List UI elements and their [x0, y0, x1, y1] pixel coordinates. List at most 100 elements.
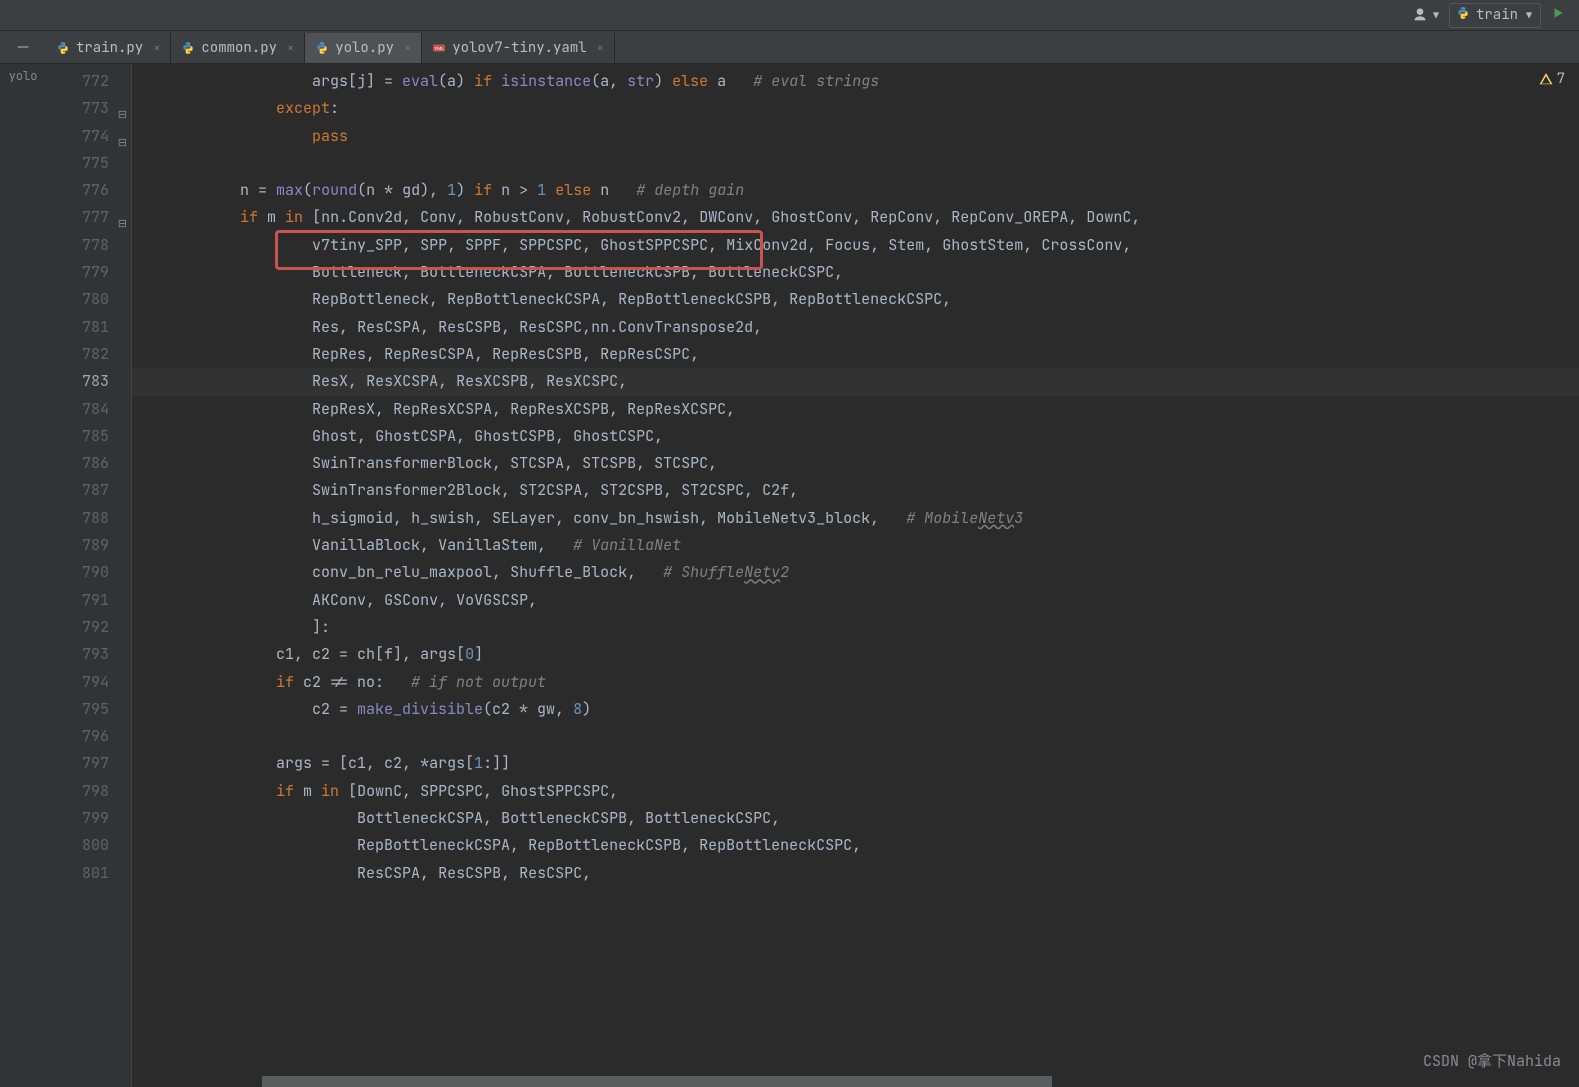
line-number[interactable]: 782 — [46, 341, 131, 368]
code-line[interactable]: AKConv, GSConv, VoVGSCSP, — [132, 587, 1579, 614]
tab-label: common.py — [201, 39, 277, 57]
line-number[interactable]: 776 — [46, 177, 131, 204]
line-number[interactable]: 784 — [46, 396, 131, 423]
line-number[interactable]: 789 — [46, 532, 131, 559]
py-file-icon — [315, 41, 329, 55]
code-line[interactable]: Res, ResCSPA, ResCSPB, ResCSPC,nn.ConvTr… — [132, 314, 1579, 341]
line-number[interactable]: 798 — [46, 778, 131, 805]
yml-file-icon: YML — [432, 41, 446, 55]
code-line[interactable]: Ghost, GhostCSPA, GhostCSPB, GhostCSPC, — [132, 423, 1579, 450]
code-line[interactable]: RepBottleneck, RepBottleneckCSPA, RepBot… — [132, 286, 1579, 313]
code-line[interactable]: ]: — [132, 614, 1579, 641]
line-number[interactable]: 801 — [46, 860, 131, 887]
py-file-icon — [181, 41, 195, 55]
chevron-down-icon: ▼ — [1526, 9, 1532, 22]
line-number[interactable]: 779 — [46, 259, 131, 286]
line-number[interactable]: 786 — [46, 450, 131, 477]
run-config-label: train — [1476, 6, 1518, 24]
problems-widget[interactable]: 7 — [1539, 70, 1565, 88]
h-scrollbar[interactable] — [262, 1076, 1579, 1087]
code-line[interactable]: args = [c1, c2, *args[1:]] — [132, 750, 1579, 777]
code-line[interactable]: if m in [DownC, SPPCSPC, GhostSPPCSPC, — [132, 778, 1579, 805]
python-icon — [1456, 6, 1470, 25]
tab-yolo-py[interactable]: yolo.py × — [305, 33, 422, 63]
line-number[interactable]: 795 — [46, 696, 131, 723]
line-number[interactable]: 780 — [46, 286, 131, 313]
code-line[interactable]: RepResX, RepResXCSPA, RepResXCSPB, RepRe… — [132, 396, 1579, 423]
toolbar: ▼ train ▼ — [0, 0, 1579, 31]
editor: yolo 772773⊟774⊟775776777⊟77877978078178… — [0, 64, 1579, 1087]
left-tool-strip: yolo — [0, 64, 46, 1087]
line-number[interactable]: 790 — [46, 559, 131, 586]
code-line[interactable]: Bottleneck, BottleneckCSPA, BottleneckCS… — [132, 259, 1579, 286]
code-line[interactable]: n = max(round(n * gd), 1) if n > 1 else … — [132, 177, 1579, 204]
code-line[interactable]: conv_bn_relu_maxpool, Shuffle_Block, # S… — [132, 559, 1579, 586]
user-menu[interactable]: ▼ — [1412, 7, 1439, 23]
code-area[interactable]: args[j] = eval(a) if isinstance(a, str) … — [132, 64, 1579, 1087]
line-number[interactable]: 796 — [46, 723, 131, 750]
code-line[interactable]: ResX, ResXCSPA, ResXCSPB, ResXCSPC, — [132, 368, 1579, 395]
code-line[interactable]: RepRes, RepResCSPA, RepResCSPB, RepResCS… — [132, 341, 1579, 368]
line-number[interactable]: 775 — [46, 150, 131, 177]
run-button[interactable] — [1551, 5, 1565, 25]
chevron-down-icon: ▼ — [1433, 9, 1439, 22]
tab-label: yolo.py — [335, 39, 394, 57]
close-icon[interactable]: × — [404, 40, 411, 56]
close-icon[interactable]: × — [153, 40, 160, 56]
tab-label: yolov7-tiny.yaml — [452, 39, 586, 57]
code-line[interactable]: SwinTransformer2Block, ST2CSPA, ST2CSPB,… — [132, 477, 1579, 504]
line-number[interactable]: 781 — [46, 314, 131, 341]
user-icon — [1412, 7, 1428, 23]
line-number[interactable]: 793 — [46, 641, 131, 668]
line-number[interactable]: 797 — [46, 750, 131, 777]
py-file-icon — [56, 41, 70, 55]
code-line[interactable]: pass — [132, 123, 1579, 150]
editor-tabs: train.py × common.py × yolo.py × YML yolov7-tin… — [0, 31, 1579, 64]
code-line[interactable] — [132, 723, 1579, 750]
line-number[interactable]: 777⊟ — [46, 204, 131, 231]
code-line[interactable]: ResCSPA, ResCSPB, ResCSPC, — [132, 860, 1579, 887]
svg-text:YML: YML — [434, 46, 444, 51]
watermark: CSDN @拿下Nahida — [1423, 1050, 1561, 1071]
code-line[interactable]: v7tiny_SPP, SPP, SPPF, SPPCSPC, GhostSPP… — [132, 232, 1579, 259]
gutter[interactable]: 772773⊟774⊟775776777⊟7787797807817827837… — [46, 64, 132, 1087]
line-number[interactable]: 787 — [46, 477, 131, 504]
h-scrollbar-thumb[interactable] — [262, 1076, 1052, 1087]
line-number[interactable]: 785 — [46, 423, 131, 450]
code-line[interactable]: VanillaBlock, VanillaStem, # VanillaNet — [132, 532, 1579, 559]
line-number[interactable]: 772 — [46, 68, 131, 95]
tab-yolov7-tiny-yaml[interactable]: YML yolov7-tiny.yaml × — [422, 33, 615, 63]
play-icon — [1551, 6, 1565, 20]
code-line[interactable] — [132, 150, 1579, 177]
line-number[interactable]: 794 — [46, 669, 131, 696]
code-line[interactable]: h_sigmoid, h_swish, SELayer, conv_bn_hsw… — [132, 505, 1579, 532]
line-number[interactable]: 783 — [46, 368, 131, 395]
code-line[interactable]: except: — [132, 95, 1579, 122]
warning-icon — [1539, 72, 1553, 86]
line-number[interactable]: 792 — [46, 614, 131, 641]
breadcrumb-label: yolo — [9, 68, 38, 84]
close-icon[interactable]: × — [287, 40, 294, 56]
tab-common-py[interactable]: common.py × — [171, 33, 305, 63]
code-line[interactable]: c1, c2 = ch[f], args[0] — [132, 641, 1579, 668]
code-line[interactable]: if m in [nn.Conv2d, Conv, RobustConv, Ro… — [132, 204, 1579, 231]
line-number[interactable]: 778 — [46, 232, 131, 259]
run-config-select[interactable]: train ▼ — [1449, 3, 1541, 28]
line-number[interactable]: 799 — [46, 805, 131, 832]
code-line[interactable]: c2 = make_divisible(c2 * gw, 8) — [132, 696, 1579, 723]
code-line[interactable]: if c2 != no: # if not output — [132, 669, 1579, 696]
line-number[interactable]: 774⊟ — [46, 123, 131, 150]
line-number[interactable]: 788 — [46, 505, 131, 532]
minimize-icon[interactable] — [15, 39, 31, 60]
code-line[interactable]: RepBottleneckCSPA, RepBottleneckCSPB, Re… — [132, 832, 1579, 859]
close-icon[interactable]: × — [597, 40, 604, 56]
code-line[interactable]: BottleneckCSPA, BottleneckCSPB, Bottlene… — [132, 805, 1579, 832]
tab-train-py[interactable]: train.py × — [46, 33, 171, 63]
problems-count: 7 — [1557, 70, 1565, 88]
code-line[interactable]: SwinTransformerBlock, STCSPA, STCSPB, ST… — [132, 450, 1579, 477]
code-line[interactable]: args[j] = eval(a) if isinstance(a, str) … — [132, 68, 1579, 95]
tab-label: train.py — [76, 39, 143, 57]
line-number[interactable]: 773⊟ — [46, 95, 131, 122]
line-number[interactable]: 800 — [46, 832, 131, 859]
line-number[interactable]: 791 — [46, 587, 131, 614]
